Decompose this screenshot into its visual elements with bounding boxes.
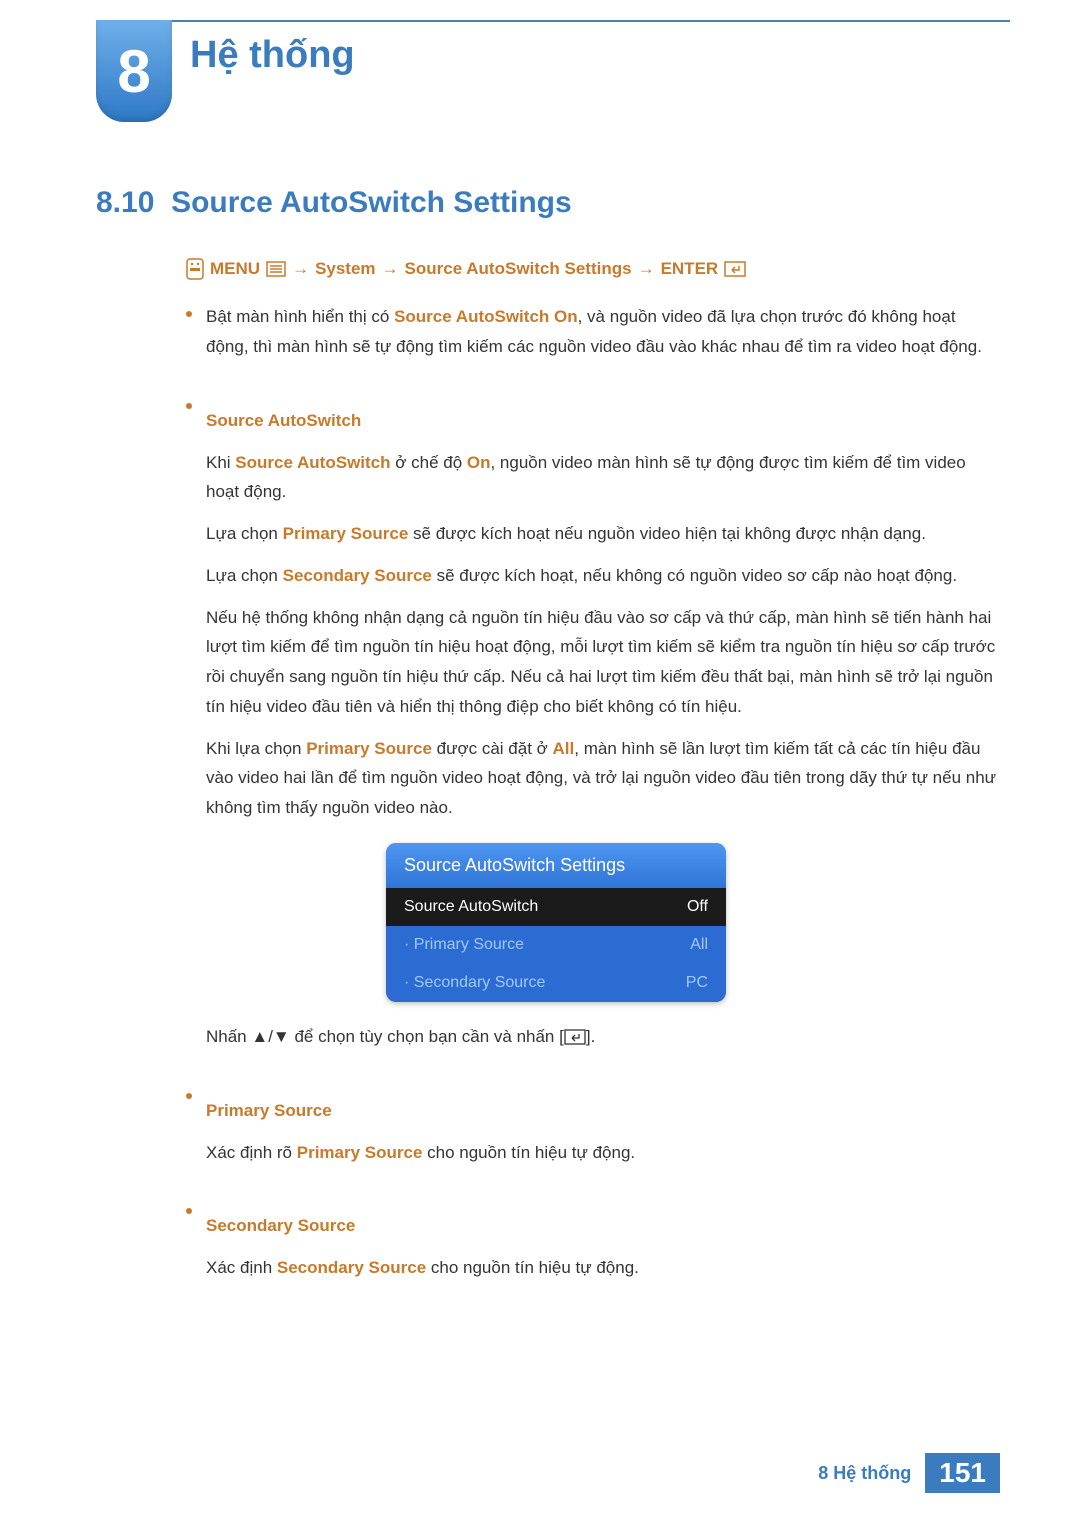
bullet-icon	[186, 311, 192, 317]
sas-p4: Nếu hệ thống không nhận dạng cả nguồn tí…	[206, 603, 1000, 722]
sas-p1: Khi Source AutoSwitch ở chế độ On, nguồn…	[206, 448, 1000, 508]
osd-row-primary-source[interactable]: · Primary Source All	[386, 926, 726, 964]
primary-heading: Primary Source	[206, 1101, 1000, 1121]
osd-title: Source AutoSwitch Settings	[386, 843, 726, 888]
osd-panel: Source AutoSwitch Settings Source AutoSw…	[386, 843, 726, 1002]
footer-page-number: 151	[925, 1453, 1000, 1493]
menu-navigation-path: MENU → System → Source AutoSwitch Settin…	[186, 258, 1000, 280]
section-title: 8.10 Source AutoSwitch Settings	[96, 186, 1000, 220]
footer: 8 Hệ thống 151	[0, 1453, 1080, 1493]
top-rule	[96, 20, 1010, 22]
secondary-source-block: Secondary Source Xác định Secondary Sour…	[186, 1199, 1000, 1295]
osd-row-label: · Secondary Source	[404, 974, 545, 992]
page: 8 Hệ thống 8.10 Source AutoSwitch Settin…	[0, 0, 1080, 1527]
osd-row-secondary-source[interactable]: · Secondary Source PC	[386, 964, 726, 1002]
content: Bật màn hình hiển thị có Source AutoSwit…	[186, 302, 1000, 1295]
enter-inline-icon	[564, 1029, 586, 1045]
intro-text: Bật màn hình hiển thị có Source AutoSwit…	[206, 302, 1000, 362]
secondary-heading: Secondary Source	[206, 1216, 1000, 1236]
menu-bars-icon	[266, 261, 286, 277]
osd-row-value: All	[690, 936, 708, 954]
chapter-badge: 8	[96, 20, 172, 122]
bullet-icon	[186, 1093, 192, 1099]
nav-arrow-3: →	[638, 259, 655, 279]
nav-arrow-1: →	[292, 259, 309, 279]
chapter-number: 8	[117, 37, 150, 106]
osd-row-source-autoswitch[interactable]: Source AutoSwitch Off	[386, 888, 726, 926]
sas-p2: Lựa chọn Primary Source sẽ được kích hoạ…	[206, 519, 1000, 549]
hint-text: Nhấn ▲/▼ để chọn tùy chọn bạn cần và nhấ…	[206, 1022, 1000, 1052]
osd-row-label: · Primary Source	[404, 936, 524, 954]
sas-heading: Source AutoSwitch	[206, 411, 1000, 431]
osd-row-value: PC	[686, 974, 708, 992]
section-number: 8.10	[96, 186, 154, 219]
section-name: Source AutoSwitch Settings	[171, 186, 572, 219]
source-autoswitch-block: Source AutoSwitch Khi Source AutoSwitch …	[186, 394, 1000, 1064]
nav-sas: Source AutoSwitch Settings	[405, 259, 632, 279]
nav-arrow-2: →	[382, 259, 399, 279]
nav-system: System	[315, 259, 375, 279]
secondary-text: Xác định Secondary Source cho nguồn tín …	[206, 1253, 1000, 1283]
chapter-title: Hệ thống	[190, 34, 355, 77]
section: 8.10 Source AutoSwitch Settings MENU → S…	[96, 186, 1000, 1315]
primary-text: Xác định rõ Primary Source cho nguồn tín…	[206, 1138, 1000, 1168]
nav-menu-label: MENU	[210, 259, 260, 279]
enter-icon	[724, 261, 746, 277]
primary-source-block: Primary Source Xác định rõ Primary Sourc…	[186, 1084, 1000, 1180]
bullet-icon	[186, 1208, 192, 1214]
intro-bullet: Bật màn hình hiển thị có Source AutoSwit…	[186, 302, 1000, 374]
nav-enter: ENTER	[661, 259, 719, 279]
footer-chapter-label: 8 Hệ thống	[818, 1463, 911, 1484]
remote-icon	[186, 258, 204, 280]
osd-row-label: Source AutoSwitch	[404, 898, 538, 916]
osd-row-value: Off	[687, 898, 708, 916]
bullet-icon	[186, 403, 192, 409]
sas-p3: Lựa chọn Secondary Source sẽ được kích h…	[206, 561, 1000, 591]
sas-p5: Khi lựa chọn Primary Source được cài đặt…	[206, 734, 1000, 823]
